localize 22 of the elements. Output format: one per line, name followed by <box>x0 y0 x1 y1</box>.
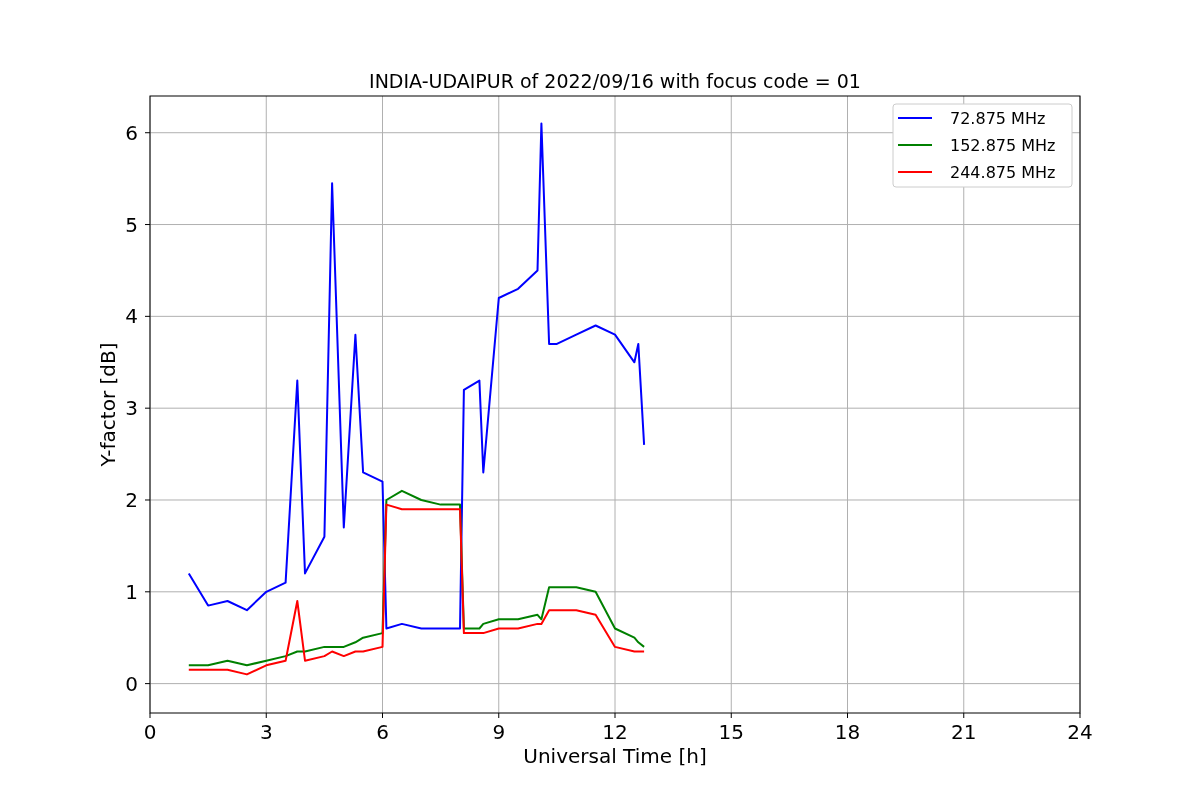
y-tick-label: 5 <box>125 212 138 237</box>
x-tick-label: 0 <box>143 720 157 744</box>
y-tick-label: 1 <box>125 579 138 604</box>
x-axis-label: Universal Time [h] <box>523 744 707 768</box>
legend-label: 244.875 MHz <box>950 163 1056 182</box>
y-tick-label: 2 <box>125 488 138 512</box>
x-tick-label: 15 <box>718 720 744 744</box>
legend-label: 152.875 MHz <box>950 136 1056 155</box>
y-tick-label: 0 <box>125 671 138 696</box>
legend-label: 72.875 MHz <box>950 109 1046 128</box>
x-tick-label: 12 <box>602 720 628 744</box>
x-tick-label: 21 <box>951 720 977 744</box>
y-axis-label: Y-factor [dB] <box>96 342 120 467</box>
x-tick-label: 24 <box>1067 720 1093 744</box>
y-tick-label: 3 <box>125 396 138 421</box>
y-tick-label: 4 <box>125 304 138 329</box>
x-tick-label: 18 <box>834 720 861 744</box>
x-tick-label: 3 <box>259 720 273 744</box>
y-tick-label: 6 <box>125 120 138 145</box>
x-tick-label: 9 <box>492 720 506 744</box>
x-tick-label: 6 <box>376 720 389 744</box>
chart-title: INDIA-UDAIPUR of 2022/09/16 with focus code = 01 <box>369 70 861 92</box>
